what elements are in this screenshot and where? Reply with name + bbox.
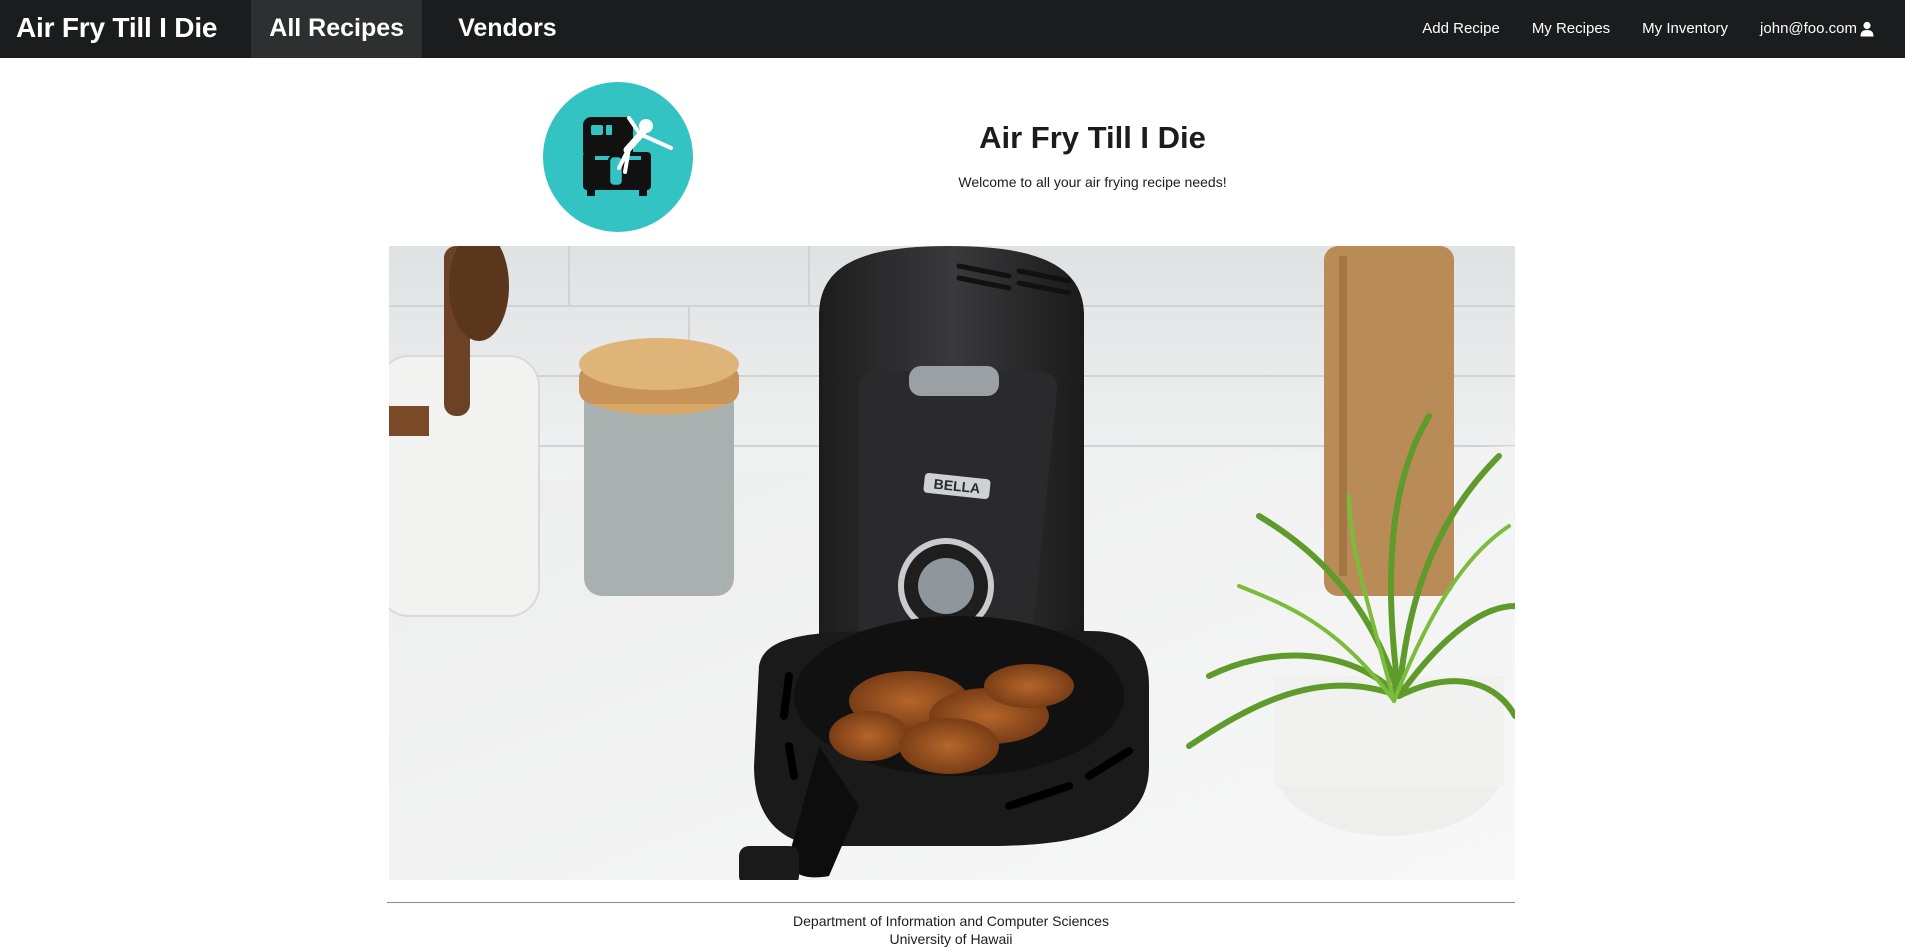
nav-add-recipe[interactable]: Add Recipe bbox=[1406, 0, 1516, 58]
top-navbar: Air Fry Till I Die All Recipes Vendors A… bbox=[0, 0, 1905, 58]
page-subtitle: Welcome to all your air frying recipe ne… bbox=[958, 174, 1227, 190]
footer-university: University of Hawaii bbox=[889, 931, 1013, 947]
nav-all-recipes[interactable]: All Recipes bbox=[251, 0, 423, 58]
user-menu-dropdown[interactable]: john@foo.com bbox=[1744, 0, 1891, 58]
air-fryer-photo: BELLA bbox=[389, 246, 1515, 880]
user-icon bbox=[1860, 21, 1874, 37]
footer: Department of Information and Computer S… bbox=[387, 912, 1515, 948]
footer-department: Department of Information and Computer S… bbox=[793, 913, 1109, 929]
footer-divider bbox=[387, 902, 1515, 903]
brand-link[interactable]: Air Fry Till I Die bbox=[0, 0, 233, 58]
nav-right-menu: Add Recipe My Recipes My Inventory john@… bbox=[1406, 0, 1905, 58]
nav-my-recipes[interactable]: My Recipes bbox=[1516, 0, 1626, 58]
header-title-block: Air Fry Till I Die Welcome to all your a… bbox=[760, 120, 1425, 190]
nav-my-inventory[interactable]: My Inventory bbox=[1626, 0, 1744, 58]
nav-vendors[interactable]: Vendors bbox=[440, 0, 575, 58]
page-title: Air Fry Till I Die bbox=[979, 120, 1206, 155]
user-email: john@foo.com bbox=[1760, 20, 1857, 37]
air-fryer-logo-icon bbox=[543, 82, 693, 232]
